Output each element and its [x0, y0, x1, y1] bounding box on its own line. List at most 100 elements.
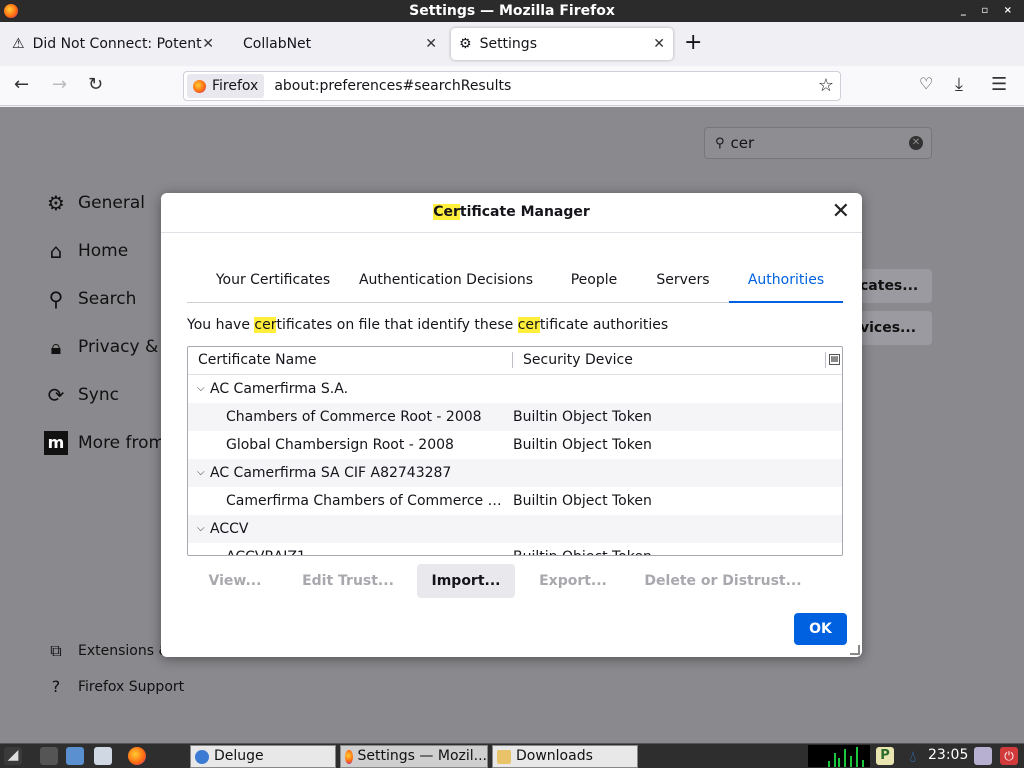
clock[interactable]: 23:05 [928, 747, 968, 763]
column-picker-icon[interactable]: ▤ [829, 354, 840, 365]
category-search[interactable]: ⚲ Search [44, 287, 137, 311]
category-label: Privacy & S [78, 337, 175, 357]
firefox-icon [345, 749, 353, 764]
file-manager-icon[interactable] [66, 747, 84, 765]
folder-icon [497, 749, 511, 764]
tree-row[interactable]: ACCVRAIZ1 Builtin Object Token [188, 543, 842, 555]
sync-icon: ⟳ [47, 383, 65, 407]
category-label: Search [78, 289, 137, 309]
new-tab-button[interactable]: + [684, 32, 702, 54]
taskbar-item-downloads[interactable]: Downloads [492, 745, 638, 768]
gear-icon: ⚙ [459, 36, 472, 52]
taskbar-item-deluge[interactable]: Deluge [190, 745, 336, 768]
bg-devices-button[interactable]: vices... [850, 311, 932, 345]
column-certificate-name[interactable]: Certificate Name [198, 352, 316, 368]
menu-icon[interactable]: ☰ [991, 74, 1007, 95]
bg-certificates-button[interactable]: cates... [850, 269, 932, 303]
category-label: More from [78, 433, 166, 453]
network-drop-icon[interactable]: 💧︎ [904, 747, 922, 766]
close-tab-icon[interactable]: ✕ [425, 36, 437, 52]
close-icon[interactable]: ✕ [832, 201, 850, 223]
tab-strip: ⚠ Did Not Connect: Potential Security Is… [0, 22, 1024, 66]
edit-trust-button[interactable]: Edit Trust... [291, 564, 405, 598]
extensions-themes-link[interactable]: ⧉ Extensions & [44, 641, 169, 661]
start-menu-icon[interactable]: ◢ [4, 747, 22, 765]
tree-row-group[interactable]: ⌵ ACCV [188, 515, 842, 543]
certificate-tabs: Your Certificates Authentication Decisio… [187, 265, 843, 303]
tree-row[interactable]: Camerfirma Chambers of Commerce Root Bui… [188, 487, 842, 515]
category-label: Sync [78, 385, 119, 405]
category-home[interactable]: ⌂ Home [44, 239, 129, 263]
navigation-toolbar: ← → ↻ Firefox about:preferences#searchRe… [0, 66, 1024, 106]
close-tab-icon[interactable]: ✕ [202, 36, 214, 52]
import-button[interactable]: Import... [417, 564, 515, 598]
dialog-title: Certificate Manager [161, 193, 862, 233]
parcellite-icon[interactable]: P [876, 747, 894, 765]
terminal-icon[interactable] [94, 747, 112, 765]
certificate-tree[interactable]: Certificate Name Security Device ▤ ⌵ AC … [187, 346, 843, 556]
search-value: cer [730, 134, 755, 152]
preferences-search-input[interactable]: ⚲ cer ✕ [704, 127, 932, 159]
tab-title: Did Not Connect: Potential Security Issu… [32, 36, 203, 52]
window-titlebar: Settings — Mozilla Firefox _ ▫ × [0, 0, 1024, 22]
firefox-support-link[interactable]: ? Firefox Support [44, 677, 184, 696]
user-icon[interactable] [974, 747, 992, 765]
category-privacy[interactable]: 🔒︎ Privacy & S [44, 335, 175, 359]
ok-button[interactable]: OK [794, 613, 847, 645]
category-label: Home [78, 241, 129, 261]
tree-row-group[interactable]: ⌵ AC Camerfirma S.A. [188, 375, 842, 403]
url-text[interactable]: about:preferences#searchResults [274, 78, 511, 94]
cpu-graph [808, 745, 870, 767]
window-controls[interactable]: _ ▫ × [961, 0, 1018, 22]
firefox-launcher-icon[interactable] [128, 747, 146, 765]
close-tab-icon[interactable]: ✕ [653, 36, 665, 52]
tree-row[interactable]: Global Chambersign Root - 2008 Builtin O… [188, 431, 842, 459]
identity-label: Firefox [212, 78, 259, 94]
delete-or-distrust-button[interactable]: Delete or Distrust... [631, 564, 815, 598]
view-button[interactable]: View... [195, 564, 275, 598]
help-icon: ? [51, 677, 61, 696]
identity-box[interactable]: Firefox [187, 74, 265, 98]
show-desktop-icon[interactable] [40, 747, 58, 765]
firefox-logo-icon [4, 4, 18, 18]
warning-icon: ⚠ [12, 36, 25, 52]
url-bar[interactable]: Firefox about:preferences#searchResults … [183, 71, 841, 101]
category-more-from-mozilla[interactable]: m More from [44, 431, 165, 455]
chevron-down-icon[interactable]: ⌵ [197, 375, 205, 403]
power-icon[interactable]: ⏻ [1000, 747, 1018, 765]
resize-grip-icon[interactable] [850, 645, 860, 655]
column-security-device[interactable]: Security Device [523, 352, 633, 368]
search-icon: ⚲ [48, 287, 64, 311]
pocket-icon[interactable]: ♡ [919, 74, 933, 93]
tree-row-group[interactable]: ⌵ AC Camerfirma SA CIF A82743287 [188, 459, 842, 487]
category-sync[interactable]: ⟳ Sync [44, 383, 119, 407]
chevron-down-icon[interactable]: ⌵ [197, 515, 205, 543]
tab-your-certificates[interactable]: Your Certificates [195, 265, 351, 303]
clear-search-icon[interactable]: ✕ [909, 136, 923, 150]
taskbar-item-settings[interactable]: Settings — Mozil... [340, 745, 488, 768]
chevron-down-icon[interactable]: ⌵ [197, 459, 205, 487]
tab-servers[interactable]: Servers [645, 265, 721, 303]
tab-authentication-decisions[interactable]: Authentication Decisions [351, 265, 541, 303]
home-icon: ⌂ [49, 239, 63, 263]
window-title: Settings — Mozilla Firefox [409, 3, 615, 19]
back-button[interactable]: ← [14, 74, 29, 95]
bookmark-star-icon[interactable]: ☆ [818, 75, 834, 96]
tab-collabnet[interactable]: CollabNet ✕ [227, 28, 445, 60]
forward-button[interactable]: → [52, 74, 67, 95]
tree-row[interactable]: Chambers of Commerce Root - 2008 Builtin… [188, 403, 842, 431]
reload-button[interactable]: ↻ [88, 74, 103, 95]
tab-title: Settings [479, 36, 537, 52]
tab-authorities[interactable]: Authorities [729, 265, 843, 303]
link-label: Extensions & [78, 643, 170, 659]
export-button[interactable]: Export... [529, 564, 617, 598]
category-label: General [78, 193, 145, 213]
tab-people[interactable]: People [559, 265, 629, 303]
tree-header: Certificate Name Security Device ▤ [188, 347, 842, 375]
certificate-manager-dialog: Certificate Manager ✕ Your Certificates … [161, 193, 862, 657]
column-separator [512, 352, 513, 368]
tab-did-not-connect[interactable]: ⚠ Did Not Connect: Potential Security Is… [4, 28, 222, 60]
downloads-icon[interactable]: ⤓ [955, 74, 963, 95]
tab-settings[interactable]: ⚙ Settings ✕ [451, 28, 673, 60]
category-general[interactable]: ⚙ General [44, 191, 145, 215]
